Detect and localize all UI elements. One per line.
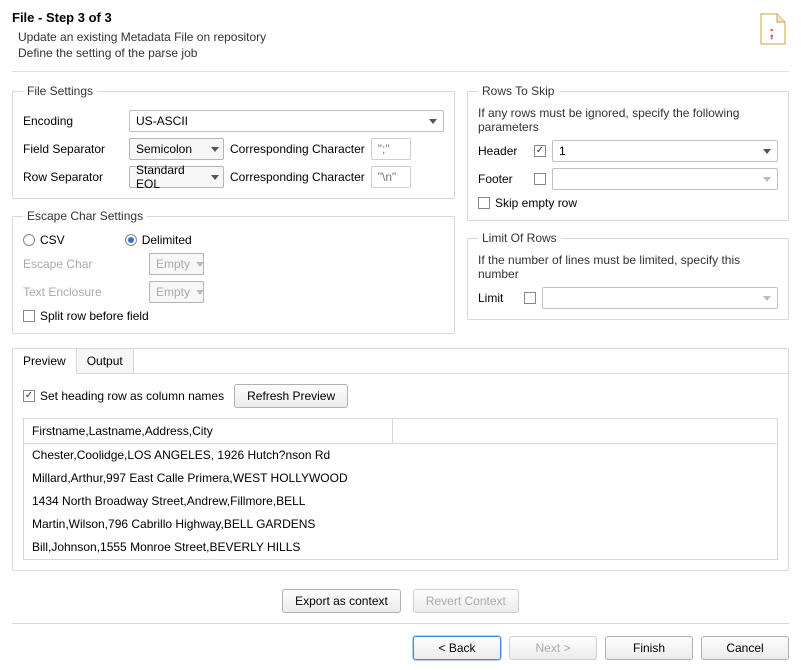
rows-to-skip-group: Rows To Skip If any rows must be ignored…: [467, 84, 789, 221]
chevron-down-icon: [763, 149, 771, 154]
corresponding-char-label-2: Corresponding Character: [230, 170, 365, 184]
page-subtitle-2: Define the setting of the parse job: [12, 45, 757, 61]
preview-table: Firstname,Lastname,Address,City Chester,…: [23, 418, 778, 560]
page-title: File - Step 3 of 3: [12, 10, 757, 25]
limit-of-rows-legend: Limit Of Rows: [478, 231, 561, 245]
text-enclosure-label: Text Enclosure: [23, 285, 143, 299]
corresponding-char-label: Corresponding Character: [230, 142, 365, 156]
preview-row[interactable]: Martin,Wilson,796 Cabrillo Highway,BELL …: [24, 513, 777, 536]
set-heading-checkbox[interactable]: Set heading row as column names: [23, 389, 224, 403]
rows-to-skip-hint: If any rows must be ignored, specify the…: [478, 106, 778, 134]
header-rows-combo[interactable]: 1: [552, 140, 778, 162]
split-row-checkbox[interactable]: Split row before field: [23, 309, 149, 323]
preview-column-header-empty[interactable]: [393, 419, 777, 443]
preview-row[interactable]: Bill,Johnson,1555 Monroe Street,BEVERLY …: [24, 536, 777, 559]
encoding-combo[interactable]: US-ASCII: [129, 110, 444, 132]
escape-char-select: Empty: [149, 253, 204, 275]
preview-row[interactable]: Millard,Arthur,997 East Calle Primera,WE…: [24, 467, 777, 490]
svg-text:;: ;: [769, 24, 774, 41]
radio-csv[interactable]: CSV: [23, 233, 65, 247]
chevron-down-icon: [763, 296, 771, 301]
row-separator-label: Row Separator: [23, 170, 123, 184]
refresh-preview-button[interactable]: Refresh Preview: [234, 384, 348, 408]
escape-char-legend: Escape Char Settings: [23, 209, 147, 223]
file-icon: ;: [757, 10, 789, 48]
header-rows-checkbox[interactable]: [534, 145, 546, 157]
limit-of-rows-group: Limit Of Rows If the number of lines mus…: [467, 231, 789, 320]
preview-column-header[interactable]: Firstname,Lastname,Address,City: [24, 419, 393, 443]
escape-char-settings-group: Escape Char Settings CSV Delimited Escap…: [12, 209, 455, 334]
radio-delimited[interactable]: Delimited: [125, 233, 192, 247]
cancel-button[interactable]: Cancel: [701, 636, 789, 660]
limit-label: Limit: [478, 291, 518, 305]
field-separator-label: Field Separator: [23, 142, 123, 156]
limit-combo: [542, 287, 778, 309]
tab-output[interactable]: Output: [77, 349, 134, 373]
page-subtitle-1: Update an existing Metadata File on repo…: [12, 29, 757, 45]
field-separator-char[interactable]: ";": [371, 138, 411, 160]
chevron-down-icon: [196, 290, 204, 295]
preview-tabs: Preview Output Set heading row as column…: [12, 348, 789, 571]
chevron-down-icon: [196, 262, 204, 267]
preview-row[interactable]: 1434 North Broadway Street,Andrew,Fillmo…: [24, 490, 777, 513]
limit-checkbox[interactable]: [524, 292, 536, 304]
export-as-context-button[interactable]: Export as context: [282, 589, 401, 613]
rows-to-skip-legend: Rows To Skip: [478, 84, 558, 98]
chevron-down-icon: [211, 147, 219, 152]
preview-row[interactable]: Chester,Coolidge,LOS ANGELES, 1926 Hutch…: [24, 444, 777, 467]
chevron-down-icon: [211, 175, 219, 180]
field-separator-select[interactable]: Semicolon: [129, 138, 224, 160]
footer-rows-combo: [552, 168, 778, 190]
row-separator-char[interactable]: "\n": [371, 166, 411, 188]
revert-context-button: Revert Context: [413, 589, 519, 613]
escape-char-label: Escape Char: [23, 257, 143, 271]
footer-rows-checkbox[interactable]: [534, 173, 546, 185]
file-settings-group: File Settings Encoding US-ASCII Field Se…: [12, 84, 455, 199]
header-rows-label: Header: [478, 144, 528, 158]
finish-button[interactable]: Finish: [605, 636, 693, 660]
next-button: Next >: [509, 636, 597, 660]
footer-rows-label: Footer: [478, 172, 528, 186]
row-separator-select[interactable]: Standard EOL: [129, 166, 224, 188]
chevron-down-icon: [429, 119, 437, 124]
skip-empty-row-checkbox[interactable]: Skip empty row: [478, 196, 577, 210]
limit-hint: If the number of lines must be limited, …: [478, 253, 778, 281]
tab-preview[interactable]: Preview: [13, 349, 77, 374]
encoding-label: Encoding: [23, 114, 123, 128]
file-settings-legend: File Settings: [23, 84, 97, 98]
chevron-down-icon: [763, 177, 771, 182]
text-enclosure-select: Empty: [149, 281, 204, 303]
back-button[interactable]: < Back: [413, 636, 501, 660]
